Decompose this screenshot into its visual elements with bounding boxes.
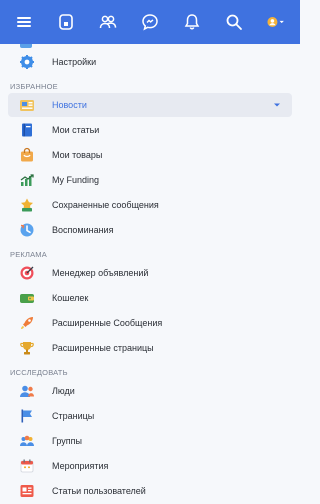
menu-item-label: Расширенные Сообщения: [52, 318, 163, 328]
menu-item-label: Менеджер объявлений: [52, 268, 149, 278]
news-icon: [18, 96, 36, 114]
bookmark-icon: [18, 196, 36, 214]
section-explore: ИССЛЕДОВАТЬ: [10, 368, 68, 377]
avatar[interactable]: [262, 10, 290, 34]
menu-item-label: Группы: [52, 436, 82, 446]
menu-item-my-funding[interactable]: My Funding: [8, 168, 292, 192]
flag-icon: [18, 407, 36, 425]
menu-item-label: Люди: [52, 386, 75, 396]
menu-item-label: My Funding: [52, 175, 100, 185]
target-icon: [18, 264, 36, 282]
menu-item-news[interactable]: Новости: [8, 93, 292, 117]
funding-chart-icon: [18, 171, 36, 189]
menu-item-my-articles[interactable]: Мои статьи: [8, 118, 292, 142]
section-ads: РЕКЛАМА: [10, 250, 47, 259]
bell-icon[interactable]: [180, 10, 204, 34]
shopping-bag-icon: [18, 146, 36, 164]
hamburger-icon[interactable]: [12, 10, 36, 34]
menu-item-boosted-pages[interactable]: Расширенные страницы: [8, 336, 292, 360]
menu-item-label: Мои статьи: [52, 125, 100, 135]
menu-item-label: Сохраненные сообщения: [52, 200, 159, 210]
menu-item-saved-messages[interactable]: Сохраненные сообщения: [8, 193, 292, 217]
home-icon[interactable]: [54, 10, 78, 34]
menu-item-label: Страницы: [52, 411, 95, 421]
top-bar: [0, 0, 300, 44]
people-icon: [18, 382, 36, 400]
menu-item-user-articles[interactable]: Статьи пользователей: [8, 479, 292, 503]
menu-item-label: Статьи пользователей: [52, 486, 146, 496]
menu-item-label: Расширенные страницы: [52, 343, 154, 353]
side-menu: Настройки ИЗБРАННОЕ Новости Мои статьи М…: [0, 44, 300, 504]
menu-item-label: Новости: [52, 100, 87, 110]
calendar-icon: [18, 457, 36, 475]
memories-icon: [18, 221, 36, 239]
chevron-down-icon[interactable]: [272, 100, 282, 110]
menu-item-label: Кошелек: [52, 293, 89, 303]
articles-icon: [18, 482, 36, 500]
search-icon[interactable]: [222, 10, 246, 34]
trophy-icon: [18, 339, 36, 357]
menu-item-label: Воспоминания: [52, 225, 114, 235]
menu-item-my-products[interactable]: Мои товары: [8, 143, 292, 167]
menu-item-label: Настройки: [52, 57, 97, 67]
groups-icon: [18, 432, 36, 450]
messenger-icon[interactable]: [138, 10, 162, 34]
menu-item-people[interactable]: Люди: [8, 379, 292, 403]
menu-item-ads-manager[interactable]: Менеджер объявлений: [8, 261, 292, 285]
menu-item-label: Мои товары: [52, 150, 103, 160]
section-favorites: ИЗБРАННОЕ: [10, 82, 58, 91]
menu-item-settings[interactable]: Настройки: [8, 50, 292, 74]
rocket-icon: [18, 314, 36, 332]
friends-icon[interactable]: [96, 10, 120, 34]
menu-item-memories[interactable]: Воспоминания: [8, 218, 292, 242]
menu-item-label: Мероприятия: [52, 461, 109, 471]
gear-icon: [18, 53, 36, 71]
partial-menu-icon: [20, 44, 32, 48]
menu-item-pages[interactable]: Страницы: [8, 404, 292, 428]
menu-item-wallet[interactable]: Кошелек: [8, 286, 292, 310]
book-icon: [18, 121, 36, 139]
wallet-icon: [18, 289, 36, 307]
menu-item-groups[interactable]: Группы: [8, 429, 292, 453]
menu-item-events[interactable]: Мероприятия: [8, 454, 292, 478]
menu-item-boosted-messages[interactable]: Расширенные Сообщения: [8, 311, 292, 335]
